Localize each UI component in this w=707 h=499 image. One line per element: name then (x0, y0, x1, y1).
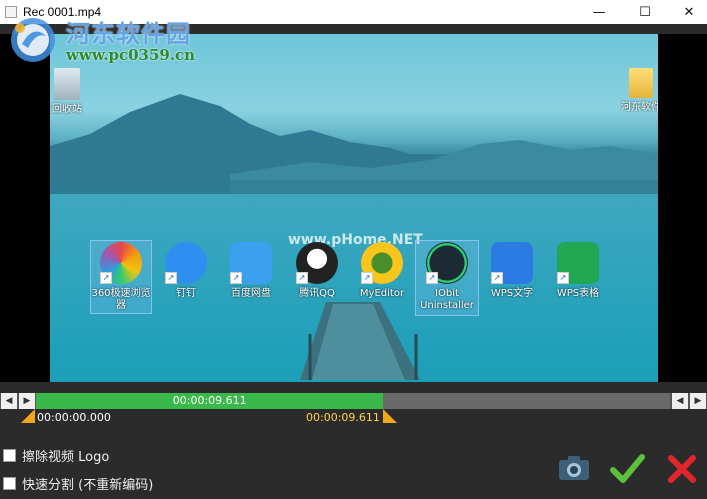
video-preview: 回收站 河东软件 www.pHome.NET ↗ 360极速浏览器 ↗ 钉钉 ↗… (0, 34, 707, 382)
desktop-icon-label: IObit Uninstaller (420, 288, 474, 311)
myeditor-icon: ↗ (361, 242, 403, 284)
360-browser-icon: ↗ (100, 242, 142, 284)
timeline-step-right-button[interactable]: ▶ (19, 393, 35, 409)
checkmark-icon[interactable] (609, 451, 645, 487)
arrow-right-icon: ▶ (23, 396, 31, 406)
desktop-icon-iobit[interactable]: ↗ IObit Uninstaller (416, 242, 478, 312)
arrow-left-icon: ◀ (676, 396, 684, 406)
start-time-label: 00:00:00.000 (37, 411, 111, 424)
fast-split-option[interactable]: 快速分割 (不重新编码) (3, 474, 153, 493)
recycle-bin-icon (54, 68, 80, 100)
desktop-icon-myeditor[interactable]: ↗ MyEditor (351, 242, 413, 300)
video-frame-content: 回收站 河东软件 www.pHome.NET ↗ 360极速浏览器 ↗ 钉钉 ↗… (50, 34, 658, 382)
desktop-icon-label: 百度网盘 (231, 288, 271, 299)
dingtalk-icon: ↗ (165, 242, 207, 284)
desktop-icon-label: MyEditor (359, 288, 405, 299)
desktop-icon-folder[interactable]: 河东软件 (610, 68, 658, 114)
wps-writer-icon: ↗ (491, 242, 533, 284)
shortcut-arrow-icon: ↗ (165, 272, 177, 284)
end-time-label: 00:00:09.611 (306, 411, 380, 424)
pier-illustration (300, 302, 420, 380)
desktop-icon-label: 腾讯QQ (299, 288, 335, 299)
timeline-selection[interactable]: 00:00:09.611 (36, 393, 384, 409)
x-icon[interactable] (664, 451, 700, 487)
timeline-scroll-right-button[interactable]: ▶ (690, 393, 706, 409)
minimize-icon: — (592, 4, 606, 20)
video-trim-window: Rec 0001.mp4 — ☐ ✕ 回收站 河东软件 www.pHome.NE… (0, 0, 707, 499)
remove-logo-checkbox[interactable] (3, 449, 16, 462)
shortcut-arrow-icon: ↗ (100, 272, 112, 284)
arrow-right-icon: ▶ (694, 396, 702, 406)
close-icon: ✕ (683, 4, 695, 20)
minimize-button[interactable]: — (576, 0, 622, 24)
fast-split-label: 快速分割 (不重新编码) (22, 478, 154, 493)
remove-logo-label: 擦除视频 Logo (22, 450, 110, 465)
selection-duration-label: 00:00:09.611 (172, 394, 247, 407)
folder-icon (629, 68, 653, 98)
watermark-logo-icon (11, 18, 55, 62)
shortcut-arrow-icon: ↗ (296, 272, 308, 284)
shortcut-arrow-icon: ↗ (361, 272, 373, 284)
timeline-bar: ◀ ▶ 00:00:09.611 ◀ ▶ (0, 393, 707, 409)
timeline-track[interactable]: 00:00:09.611 (36, 393, 670, 409)
qq-penguin-icon: ↗ (296, 242, 338, 284)
desktop-icon-label: 河东软件 (621, 102, 658, 113)
desktop-icon-recycle-bin[interactable]: 回收站 (50, 68, 98, 116)
maximize-button[interactable]: ☐ (622, 0, 668, 24)
desktop-icon-label: WPS文字 (490, 288, 534, 299)
remove-logo-option[interactable]: 擦除视频 Logo (3, 446, 109, 465)
desktop-icon-wps-spreadsheet[interactable]: ↗ WPS表格 (547, 242, 609, 300)
desktop-icon-baidu-netdisk[interactable]: ↗ 百度网盘 (220, 242, 282, 300)
camera-icon[interactable] (556, 451, 592, 487)
desktop-icon-label: 钉钉 (176, 288, 196, 299)
desktop-icon-label: 回收站 (52, 104, 82, 115)
shortcut-arrow-icon: ↗ (426, 272, 438, 284)
close-button[interactable]: ✕ (666, 0, 707, 24)
arrow-left-icon: ◀ (5, 396, 13, 406)
maximize-icon: ☐ (639, 4, 651, 20)
desktop-icon-qq[interactable]: ↗ 腾讯QQ (286, 242, 348, 300)
shortcut-arrow-icon: ↗ (230, 272, 242, 284)
desktop-icon-dingtalk[interactable]: ↗ 钉钉 (155, 242, 217, 300)
desktop-icon-label: 360极速浏览器 (91, 288, 151, 311)
timeline-scroll-left-button[interactable]: ◀ (1, 393, 17, 409)
timeline-step-left-button[interactable]: ◀ (672, 393, 688, 409)
watermark-url: www.pc0359.cn (66, 46, 196, 64)
desktop-icon-label: WPS表格 (556, 288, 600, 299)
end-marker-handle[interactable] (383, 409, 397, 423)
fast-split-checkbox[interactable] (3, 477, 16, 490)
shortcut-arrow-icon: ↗ (557, 272, 569, 284)
watermark-title: 河东软件园 (66, 20, 191, 48)
shortcut-arrow-icon: ↗ (491, 272, 503, 284)
wps-spreadsheet-icon: ↗ (557, 242, 599, 284)
baidu-netdisk-icon: ↗ (230, 242, 272, 284)
start-marker-handle[interactable] (21, 409, 35, 423)
desktop-icon-wps-writer[interactable]: ↗ WPS文字 (481, 242, 543, 300)
iobit-uninstaller-icon: ↗ (426, 242, 468, 284)
desktop-icon-360-browser[interactable]: ↗ 360极速浏览器 (90, 242, 152, 312)
